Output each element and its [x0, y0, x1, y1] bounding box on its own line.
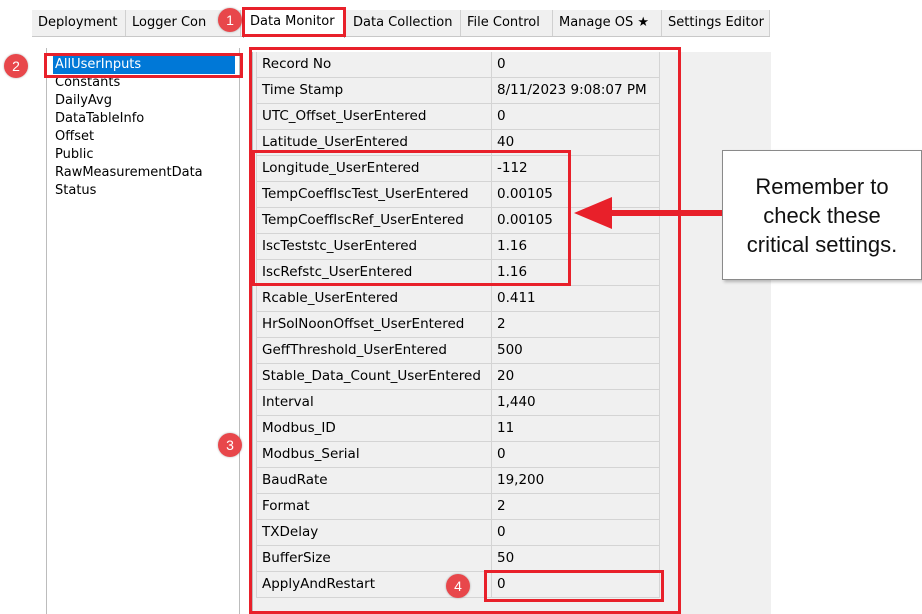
- table-row[interactable]: TXDelay 0: [256, 520, 660, 546]
- field-value[interactable]: 19,200: [492, 468, 660, 493]
- field-name: Interval: [256, 390, 492, 415]
- callout-line: Remember to: [755, 173, 889, 199]
- table-item-offset[interactable]: Offset: [53, 128, 96, 146]
- tab-settings-editor[interactable]: Settings Editor: [662, 10, 770, 36]
- table-row[interactable]: Modbus_ID 11: [256, 416, 660, 442]
- field-name: Time Stamp: [256, 78, 492, 103]
- table-row[interactable]: Longitude_UserEntered -112: [256, 156, 660, 182]
- tab-data-monitor[interactable]: Data Monitor: [243, 8, 345, 38]
- table-row[interactable]: BaudRate 19,200: [256, 468, 660, 494]
- field-name: Latitude_UserEntered: [256, 130, 492, 155]
- field-value[interactable]: 2: [492, 494, 660, 519]
- callout-text: Remember to check these critical setting…: [743, 172, 901, 259]
- field-value[interactable]: 1,440: [492, 390, 660, 415]
- field-name: TempCoeffIscTest_UserEntered: [256, 182, 492, 207]
- table-item-constants[interactable]: Constants: [53, 74, 122, 92]
- field-name: GeffThreshold_UserEntered: [256, 338, 492, 363]
- field-value[interactable]: 20: [492, 364, 660, 389]
- field-name: Modbus_Serial: [256, 442, 492, 467]
- field-name: IscRefstc_UserEntered: [256, 260, 492, 285]
- tab-deployment[interactable]: Deployment: [32, 10, 126, 36]
- table-row[interactable]: Modbus_Serial 0: [256, 442, 660, 468]
- callout-box: Remember to check these critical setting…: [722, 150, 922, 280]
- table-row[interactable]: IscTeststc_UserEntered 1.16: [256, 234, 660, 260]
- field-name: Format: [256, 494, 492, 519]
- field-value[interactable]: 500: [492, 338, 660, 363]
- field-value[interactable]: 0: [492, 572, 660, 597]
- table-row[interactable]: Latitude_UserEntered 40: [256, 130, 660, 156]
- step-badge-3: 3: [218, 433, 242, 457]
- field-value[interactable]: 0: [492, 104, 660, 129]
- table-row[interactable]: Record No 0: [256, 52, 660, 78]
- tab-file-control[interactable]: File Control: [461, 10, 553, 36]
- table-row[interactable]: Format 2: [256, 494, 660, 520]
- arrow-left-icon: [574, 197, 722, 229]
- field-value[interactable]: 0.411: [492, 286, 660, 311]
- table-item-status[interactable]: Status: [53, 182, 98, 200]
- table-item-datatableinfo[interactable]: DataTableInfo: [53, 110, 146, 128]
- callout-line: check these: [763, 202, 881, 228]
- field-name: Stable_Data_Count_UserEntered: [256, 364, 492, 389]
- field-name: TempCoeffIscRef_UserEntered: [256, 208, 492, 233]
- field-value[interactable]: 0: [492, 520, 660, 545]
- field-value[interactable]: 8/11/2023 9:08:07 PM: [492, 78, 660, 103]
- table-row[interactable]: Stable_Data_Count_UserEntered 20: [256, 364, 660, 390]
- field-value[interactable]: 0: [492, 442, 660, 467]
- field-name: BaudRate: [256, 468, 492, 493]
- callout-line: critical settings.: [746, 231, 898, 257]
- table-row[interactable]: Rcable_UserEntered 0.411: [256, 286, 660, 312]
- step-badge-4: 4: [446, 574, 470, 598]
- step-badge-1: 1: [218, 8, 242, 32]
- field-value[interactable]: -112: [492, 156, 660, 181]
- field-name: Rcable_UserEntered: [256, 286, 492, 311]
- field-name: UTC_Offset_UserEntered: [256, 104, 492, 129]
- field-name: Modbus_ID: [256, 416, 492, 441]
- table-item-public[interactable]: Public: [53, 146, 95, 164]
- table-row[interactable]: BufferSize 50: [256, 546, 660, 572]
- table-item-alluserinputs[interactable]: AllUserInputs: [53, 56, 235, 74]
- field-name: Record No: [256, 52, 492, 77]
- table-item-dailyavg[interactable]: DailyAvg: [53, 92, 114, 110]
- field-value[interactable]: 2: [492, 312, 660, 337]
- table-row[interactable]: HrSolNoonOffset_UserEntered 2: [256, 312, 660, 338]
- field-value[interactable]: 0: [492, 52, 660, 77]
- table-row[interactable]: Interval 1,440: [256, 390, 660, 416]
- field-value[interactable]: 50: [492, 546, 660, 571]
- tab-bar: Deployment Logger Con Data Monitor Data …: [32, 8, 770, 38]
- field-value[interactable]: 40: [492, 130, 660, 155]
- table-row[interactable]: IscRefstc_UserEntered 1.16: [256, 260, 660, 286]
- field-name: Longitude_UserEntered: [256, 156, 492, 181]
- field-value[interactable]: 11: [492, 416, 660, 441]
- tab-data-collection[interactable]: Data Collection: [347, 10, 461, 36]
- table-list: AllUserInputs Constants DailyAvg DataTab…: [46, 48, 240, 614]
- field-value[interactable]: 1.16: [492, 260, 660, 285]
- field-name: IscTeststc_UserEntered: [256, 234, 492, 259]
- field-name: BufferSize: [256, 546, 492, 571]
- tab-manage-os[interactable]: Manage OS ★: [553, 10, 662, 36]
- field-name: TXDelay: [256, 520, 492, 545]
- table-row[interactable]: UTC_Offset_UserEntered 0: [256, 104, 660, 130]
- table-item-rawmeasurementdata[interactable]: RawMeasurementData: [53, 164, 205, 182]
- table-row[interactable]: Time Stamp 8/11/2023 9:08:07 PM: [256, 78, 660, 104]
- table-row[interactable]: GeffThreshold_UserEntered 500: [256, 338, 660, 364]
- field-value[interactable]: 1.16: [492, 234, 660, 259]
- field-name: HrSolNoonOffset_UserEntered: [256, 312, 492, 337]
- step-badge-2: 2: [4, 54, 28, 78]
